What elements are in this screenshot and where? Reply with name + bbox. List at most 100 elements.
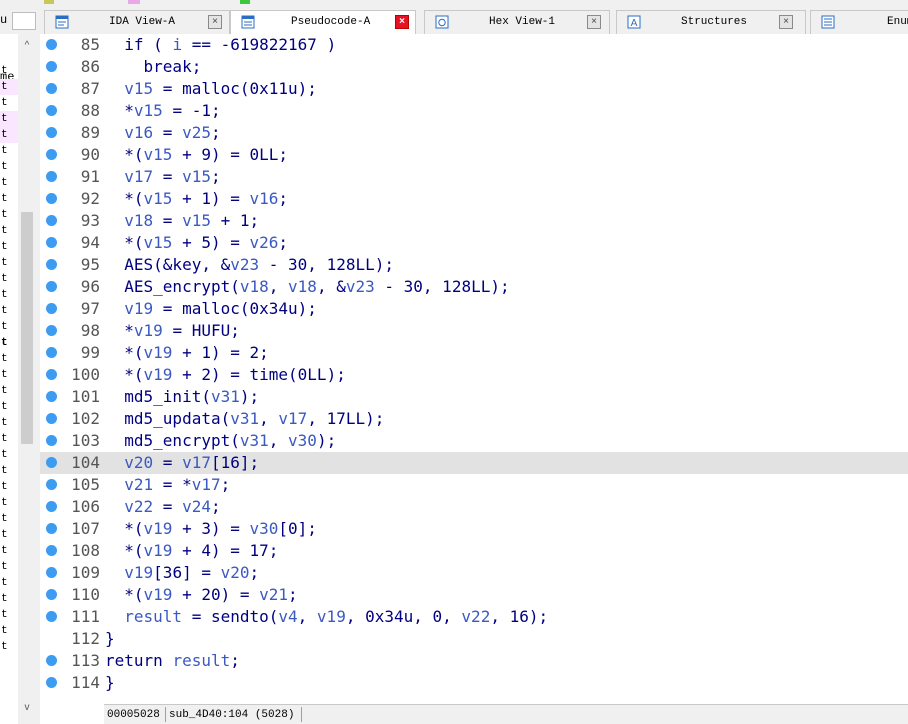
code-text[interactable]: *v19 = HUFU; <box>105 320 240 342</box>
tab-ida-view[interactable]: IDA View-A × <box>44 10 230 34</box>
code-text[interactable]: v17 = v15; <box>105 166 220 188</box>
function-row[interactable]: t <box>0 479 18 495</box>
function-row[interactable]: t <box>0 239 18 255</box>
breakpoint-dot-icon[interactable] <box>46 501 57 512</box>
code-text[interactable]: v19 = malloc(0x34u); <box>105 298 317 320</box>
function-row[interactable]: t <box>0 63 18 79</box>
code-line[interactable]: 102 md5_updata(v31, v17, 17LL); <box>40 408 908 430</box>
breakpoint-dot-icon[interactable] <box>46 457 57 468</box>
code-text[interactable]: v15 = malloc(0x11u); <box>105 78 317 100</box>
code-text[interactable]: md5_updata(v31, v17, 17LL); <box>105 408 384 430</box>
tab-pseudocode[interactable]: Pseudocode-A × <box>230 10 416 35</box>
breakpoint-dot-icon[interactable] <box>46 83 57 94</box>
breakpoint-dot-icon[interactable] <box>46 369 57 380</box>
breakpoint-dot-icon[interactable] <box>46 303 57 314</box>
breakpoint-dot-icon[interactable] <box>46 215 57 226</box>
functions-scrollbar[interactable]: ^ v <box>19 34 35 714</box>
code-line[interactable]: 110 *(v19 + 20) = v21; <box>40 584 908 606</box>
function-row[interactable]: t <box>0 623 18 639</box>
function-row[interactable]: t <box>0 575 18 591</box>
code-text[interactable]: v19[36] = v20; <box>105 562 259 584</box>
code-line[interactable]: 98 *v19 = HUFU; <box>40 320 908 342</box>
scrollbar-thumb[interactable] <box>21 212 33 444</box>
code-line[interactable]: 86 break; <box>40 56 908 78</box>
code-line[interactable]: 91 v17 = v15; <box>40 166 908 188</box>
breakpoint-dot-icon[interactable] <box>46 347 57 358</box>
code-line[interactable]: 90 *(v15 + 9) = 0LL; <box>40 144 908 166</box>
function-row[interactable]: t <box>0 271 18 287</box>
function-row[interactable]: t <box>0 543 18 559</box>
function-row[interactable]: t <box>0 303 18 319</box>
code-text[interactable]: *(v15 + 5) = v26; <box>105 232 288 254</box>
code-line[interactable]: 85 if ( i == -619822167 ) <box>40 34 908 56</box>
breakpoint-dot-icon[interactable] <box>46 39 57 50</box>
code-text[interactable]: } <box>105 628 115 650</box>
function-row[interactable]: t <box>0 175 18 191</box>
code-line[interactable]: 113 return result; <box>40 650 908 672</box>
code-line[interactable]: 105 v21 = *v17; <box>40 474 908 496</box>
code-line[interactable]: 109 v19[36] = v20; <box>40 562 908 584</box>
breakpoint-dot-icon[interactable] <box>46 523 57 534</box>
breakpoint-dot-icon[interactable] <box>46 171 57 182</box>
breakpoint-dot-icon[interactable] <box>46 479 57 490</box>
code-line[interactable]: 89 v16 = v25; <box>40 122 908 144</box>
function-row[interactable]: t <box>0 79 18 95</box>
code-text[interactable]: v16 = v25; <box>105 122 220 144</box>
code-text[interactable]: *(v19 + 1) = 2; <box>105 342 269 364</box>
function-row[interactable]: t <box>0 191 18 207</box>
function-row[interactable]: t <box>0 335 18 351</box>
function-row[interactable]: t <box>0 319 18 335</box>
breakpoint-dot-icon[interactable] <box>46 281 57 292</box>
code-line[interactable]: 92 *(v15 + 1) = v16; <box>40 188 908 210</box>
code-text[interactable]: result = sendto(v4, v19, 0x34u, 0, v22, … <box>105 606 548 628</box>
breakpoint-dot-icon[interactable] <box>46 677 57 688</box>
code-line[interactable]: 103 md5_encrypt(v31, v30); <box>40 430 908 452</box>
function-row[interactable]: t <box>0 287 18 303</box>
close-icon[interactable]: × <box>395 15 409 29</box>
scroll-down-icon[interactable]: v <box>19 702 35 714</box>
code-text[interactable]: *(v15 + 1) = v16; <box>105 188 288 210</box>
scroll-up-icon[interactable]: ^ <box>19 40 35 52</box>
code-line[interactable]: 96 AES_encrypt(v18, v18, &v23 - 30, 128L… <box>40 276 908 298</box>
breakpoint-dot-icon[interactable] <box>46 413 57 424</box>
function-row[interactable]: t <box>0 223 18 239</box>
code-line[interactable]: 95 AES(&key, &v23 - 30, 128LL); <box>40 254 908 276</box>
function-row[interactable]: t <box>0 495 18 511</box>
code-line[interactable]: 99 *(v19 + 1) = 2; <box>40 342 908 364</box>
code-line[interactable]: 93 v18 = v15 + 1; <box>40 210 908 232</box>
function-row[interactable]: t <box>0 639 18 655</box>
code-text[interactable]: md5_init(v31); <box>105 386 259 408</box>
code-line[interactable]: 104 v20 = v17[16]; <box>40 452 908 474</box>
code-text[interactable]: break; <box>105 56 202 78</box>
code-line[interactable]: 101 md5_init(v31); <box>40 386 908 408</box>
breakpoint-dot-icon[interactable] <box>46 391 57 402</box>
code-line[interactable]: 108 *(v19 + 4) = 17; <box>40 540 908 562</box>
function-row[interactable]: t <box>0 511 18 527</box>
code-text[interactable]: } <box>105 672 115 694</box>
code-text[interactable]: v22 = v24; <box>105 496 220 518</box>
breakpoint-dot-icon[interactable] <box>46 259 57 270</box>
function-row[interactable]: t <box>0 351 18 367</box>
code-text[interactable]: *v15 = -1; <box>105 100 220 122</box>
panel-filter-box[interactable] <box>12 12 36 30</box>
breakpoint-dot-icon[interactable] <box>46 127 57 138</box>
function-row[interactable]: t <box>0 367 18 383</box>
code-text[interactable]: if ( i == -619822167 ) <box>105 34 336 56</box>
code-line[interactable]: 88 *v15 = -1; <box>40 100 908 122</box>
code-text[interactable]: *(v19 + 20) = v21; <box>105 584 297 606</box>
code-line[interactable]: 111 result = sendto(v4, v19, 0x34u, 0, v… <box>40 606 908 628</box>
breakpoint-dot-icon[interactable] <box>46 193 57 204</box>
breakpoint-dot-icon[interactable] <box>46 105 57 116</box>
breakpoint-dot-icon[interactable] <box>46 611 57 622</box>
breakpoint-dot-icon[interactable] <box>46 149 57 160</box>
code-line[interactable]: 100 *(v19 + 2) = time(0LL); <box>40 364 908 386</box>
tab-structures[interactable]: A Structures × <box>616 10 806 34</box>
code-line[interactable]: 97 v19 = malloc(0x34u); <box>40 298 908 320</box>
code-text[interactable]: *(v15 + 9) = 0LL; <box>105 144 288 166</box>
code-line[interactable]: 106 v22 = v24; <box>40 496 908 518</box>
pseudocode-view[interactable]: 85 if ( i == -619822167 ) 86 break; 87 v15… <box>40 34 908 704</box>
code-text[interactable]: AES(&key, &v23 - 30, 128LL); <box>105 254 394 276</box>
function-row[interactable]: t <box>0 559 18 575</box>
function-row[interactable]: t <box>0 255 18 271</box>
code-text[interactable]: *(v19 + 4) = 17; <box>105 540 278 562</box>
